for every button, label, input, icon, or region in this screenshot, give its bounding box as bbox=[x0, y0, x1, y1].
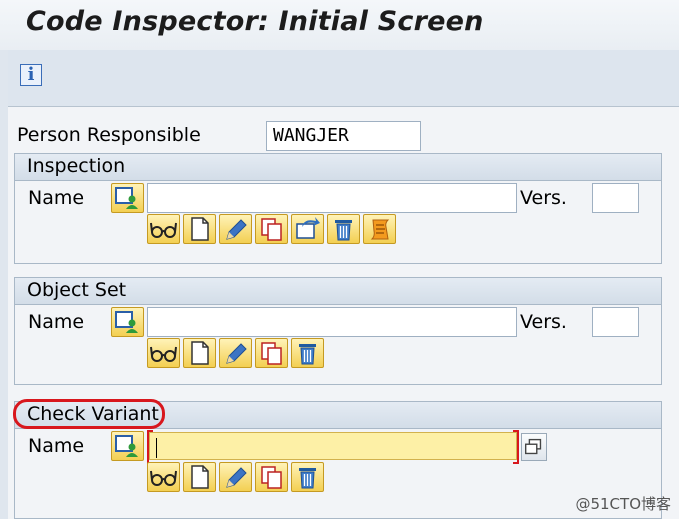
copy-icon bbox=[261, 466, 282, 489]
inspection-rename-button[interactable] bbox=[291, 214, 324, 244]
inspection-copy-button[interactable] bbox=[255, 214, 288, 244]
value-help-icon bbox=[525, 438, 542, 455]
text-cursor bbox=[156, 438, 157, 458]
change-pencil-icon bbox=[226, 467, 247, 488]
results-scroll-icon bbox=[370, 219, 390, 240]
inspection-name-input[interactable] bbox=[147, 183, 517, 213]
delete-trash-icon bbox=[299, 468, 316, 489]
focus-bracket-left bbox=[147, 430, 153, 464]
information-icon[interactable]: i bbox=[20, 64, 42, 86]
check-variant-create-button[interactable] bbox=[183, 462, 216, 492]
inspection-group: Inspection Name Vers. bbox=[14, 153, 662, 264]
user-select-icon bbox=[115, 187, 138, 209]
object-set-version-input[interactable] bbox=[592, 307, 639, 337]
check-variant-delete-button[interactable] bbox=[291, 462, 324, 492]
display-glasses-icon bbox=[150, 470, 177, 486]
copy-icon bbox=[261, 342, 282, 365]
inspection-person-toggle-button[interactable] bbox=[111, 183, 144, 213]
object-set-version-label: Vers. bbox=[520, 311, 567, 333]
inspection-name-label: Name bbox=[28, 187, 85, 209]
object-set-display-button[interactable] bbox=[147, 338, 180, 368]
rename-icon bbox=[296, 217, 320, 239]
inspection-delete-button[interactable] bbox=[327, 214, 360, 244]
object-set-person-toggle-button[interactable] bbox=[111, 307, 144, 337]
focus-bracket-right bbox=[513, 430, 519, 464]
check-variant-name-label: Name bbox=[28, 435, 85, 457]
create-document-icon bbox=[191, 217, 209, 241]
inspection-group-header: Inspection bbox=[15, 154, 661, 181]
change-pencil-icon bbox=[226, 219, 247, 240]
object-set-group-title: Object Set bbox=[27, 279, 127, 301]
copy-icon bbox=[261, 218, 282, 241]
object-set-copy-button[interactable] bbox=[255, 338, 288, 368]
object-set-group: Object Set Name Vers. bbox=[14, 277, 662, 385]
inspection-version-label: Vers. bbox=[520, 187, 567, 209]
inspection-version-input[interactable] bbox=[592, 183, 639, 213]
delete-trash-icon bbox=[299, 344, 316, 365]
application-toolbar: i bbox=[8, 50, 679, 107]
user-select-icon bbox=[115, 435, 138, 457]
main-content: Person Responsible WANGJER Inspection Na… bbox=[8, 107, 679, 519]
inspection-create-button[interactable] bbox=[183, 214, 216, 244]
object-set-change-button[interactable] bbox=[219, 338, 252, 368]
check-variant-change-button[interactable] bbox=[219, 462, 252, 492]
check-variant-highlight-annotation bbox=[13, 399, 165, 429]
create-document-icon bbox=[191, 465, 209, 489]
watermark: @51CTO博客 bbox=[575, 495, 671, 513]
delete-trash-icon bbox=[335, 220, 352, 241]
object-set-create-button[interactable] bbox=[183, 338, 216, 368]
object-set-delete-button[interactable] bbox=[291, 338, 324, 368]
inspection-change-button[interactable] bbox=[219, 214, 252, 244]
inspection-display-button[interactable] bbox=[147, 214, 180, 244]
display-glasses-icon bbox=[150, 346, 177, 362]
create-document-icon bbox=[191, 341, 209, 365]
display-glasses-icon bbox=[150, 222, 177, 238]
check-variant-person-toggle-button[interactable] bbox=[111, 431, 144, 461]
check-variant-display-button[interactable] bbox=[147, 462, 180, 492]
object-set-group-header: Object Set bbox=[15, 278, 661, 305]
object-set-name-label: Name bbox=[28, 311, 85, 333]
check-variant-name-input[interactable] bbox=[147, 430, 519, 464]
title-bar: Code Inspector: Initial Screen bbox=[0, 0, 679, 50]
check-variant-value-help-button[interactable] bbox=[521, 433, 547, 461]
check-variant-copy-button[interactable] bbox=[255, 462, 288, 492]
inspection-results-button[interactable] bbox=[363, 214, 396, 244]
person-responsible-label: Person Responsible bbox=[17, 124, 201, 146]
user-select-icon bbox=[115, 311, 138, 333]
object-set-name-input[interactable] bbox=[147, 307, 517, 337]
inspection-group-title: Inspection bbox=[27, 155, 126, 177]
page-title: Code Inspector: Initial Screen bbox=[26, 6, 484, 37]
person-responsible-input[interactable]: WANGJER bbox=[266, 121, 421, 151]
change-pencil-icon bbox=[226, 343, 247, 364]
